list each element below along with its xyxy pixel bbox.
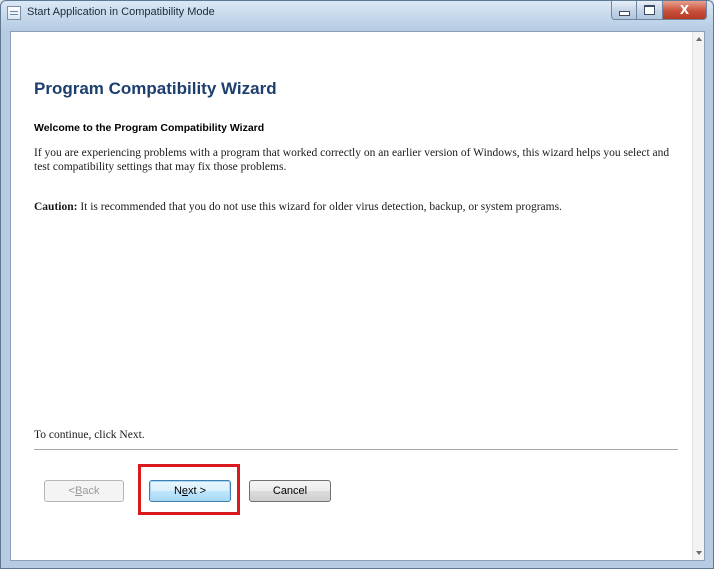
title-bar[interactable]: Start Application in Compatibility Mode … [1,1,713,29]
scroll-up-arrow-icon[interactable] [696,37,702,41]
page-title: Program Compatibility Wizard [34,79,277,98]
divider [34,449,678,451]
description-text: If you are experiencing problems with a … [34,147,670,173]
wizard-content: Program Compatibility Wizard Welcome to … [11,32,693,560]
back-button-mnemonic: B [74,485,83,497]
caution-label: Caution: [34,201,78,213]
wizard-window: Start Application in Compatibility Mode … [0,0,714,569]
back-button[interactable]: < Back [44,480,124,502]
window-title: Start Application in Compatibility Mode [27,6,215,18]
caution-body: It is recommended that you do not use th… [77,201,562,213]
cancel-button[interactable]: Cancel [249,480,331,502]
minimize-button[interactable] [611,1,637,20]
caption-buttons: X [611,1,707,21]
page-subtitle: Welcome to the Program Compatibility Wiz… [34,122,265,134]
maximize-icon [644,5,655,15]
scroll-down-arrow-icon[interactable] [696,551,702,555]
close-icon: X [679,3,690,17]
next-button-highlight [138,464,240,515]
minimize-icon [618,10,630,16]
app-icon [7,6,21,20]
continue-instruction: To continue, click Next. [34,429,145,441]
close-button[interactable]: X [663,1,707,20]
wizard-page: Program Compatibility Wizard Welcome to … [10,31,705,561]
caution-text: Caution: It is recommended that you do n… [34,200,674,214]
vertical-scrollbar[interactable] [692,32,704,560]
back-button-rest: ack [82,485,100,497]
maximize-button[interactable] [637,1,663,20]
